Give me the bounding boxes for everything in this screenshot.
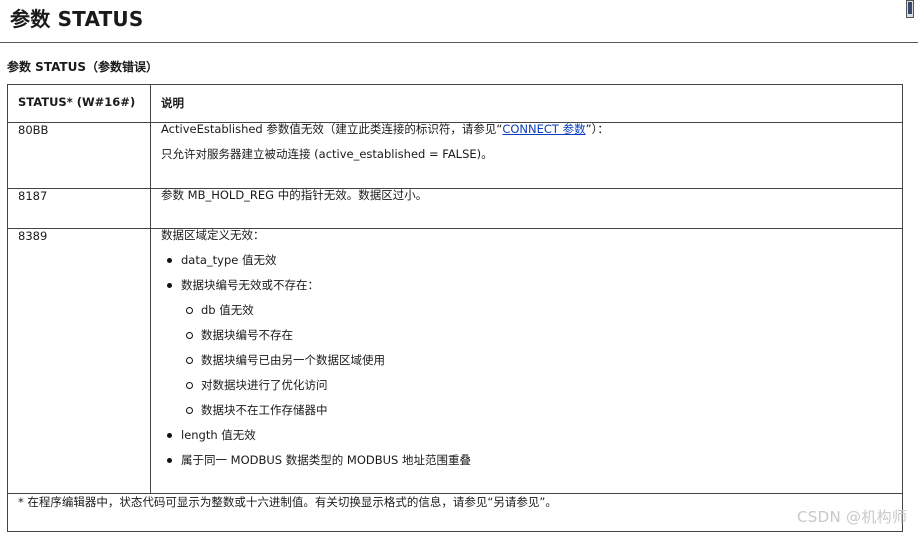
sub-bullet-list: db 值无效 数据块编号不存在 数据块编号已由另一个数据区域使用 对数据块进行了…	[181, 298, 892, 423]
description-line: 数据区域定义无效：	[161, 228, 265, 242]
watermark: CSDN @机构师	[797, 508, 908, 526]
table-footnote: * 在程序编辑器中，状态代码可显示为整数或十六进制值。有关切换显示格式的信息，请…	[7, 493, 903, 532]
list-item: 数据块编号无效或不存在： db 值无效 数据块编号不存在 数据块编号已由另一个数…	[161, 273, 892, 423]
table-row: 8389 数据区域定义无效： data_type 值无效 数据块编号无效或不存在…	[7, 228, 903, 494]
status-code: 80BB	[7, 122, 151, 189]
sub-list-item-text: 对数据块进行了优化访问	[201, 378, 328, 392]
sub-list-item: 数据块编号不存在	[181, 323, 892, 348]
circle-bullet-icon	[186, 407, 193, 414]
bullet-icon	[167, 283, 172, 288]
section-heading: 参数 STATUS（参数错误）	[7, 60, 159, 74]
status-code: 8389	[7, 228, 151, 494]
status-code: 8187	[7, 188, 151, 229]
list-item-text: data_type 值无效	[181, 253, 277, 267]
sub-list-item-text: 数据块编号已由另一个数据区域使用	[201, 353, 385, 367]
connect-parameter-link[interactable]: CONNECT 参数	[502, 122, 585, 136]
list-item-text: 数据块编号无效或不存在：	[181, 278, 319, 292]
description-text: ActiveEstablished 参数值无效（建立此类连接的标识符，请参见“	[161, 122, 503, 136]
status-table: STATUS* (W#16#) 说明 80BB ActiveEstablishe…	[7, 84, 903, 532]
title-divider	[0, 42, 918, 43]
status-description: 数据区域定义无效： data_type 值无效 数据块编号无效或不存在： db …	[150, 228, 903, 494]
bullet-list: data_type 值无效 数据块编号无效或不存在： db 值无效 数据块编号不…	[161, 248, 892, 473]
bookmark-icon[interactable]	[906, 0, 914, 18]
footnote-row: * 在程序编辑器中，状态代码可显示为整数或十六进制值。有关切换显示格式的信息，请…	[7, 493, 903, 532]
description-text: ”）：	[585, 122, 609, 136]
description-line: 只允许对服务器建立被动连接 (active_established = FALS…	[161, 147, 493, 161]
table-row: 80BB ActiveEstablished 参数值无效（建立此类连接的标识符，…	[7, 122, 903, 189]
circle-bullet-icon	[186, 307, 193, 314]
circle-bullet-icon	[186, 382, 193, 389]
sub-list-item-text: 数据块编号不存在	[201, 328, 293, 342]
list-item: length 值无效	[161, 423, 892, 448]
status-description: ActiveEstablished 参数值无效（建立此类连接的标识符，请参见“C…	[150, 122, 903, 189]
sub-list-item: 数据块编号已由另一个数据区域使用	[181, 348, 892, 373]
list-item-text: 属于同一 MODBUS 数据类型的 MODBUS 地址范围重叠	[181, 453, 471, 467]
list-item: data_type 值无效	[161, 248, 892, 273]
sub-list-item: db 值无效	[181, 298, 892, 323]
sub-list-item: 对数据块进行了优化访问	[181, 373, 892, 398]
description-line: ActiveEstablished 参数值无效（建立此类连接的标识符，请参见“C…	[161, 117, 892, 142]
sub-list-item-text: 数据块不在工作存储器中	[201, 403, 328, 417]
column-header-status: STATUS* (W#16#)	[7, 84, 151, 123]
list-item: 属于同一 MODBUS 数据类型的 MODBUS 地址范围重叠	[161, 448, 892, 473]
description-line: 参数 MB_HOLD_REG 中的指针无效。数据区过小。	[161, 188, 428, 202]
sub-list-item: 数据块不在工作存储器中	[181, 398, 892, 423]
bullet-icon	[167, 433, 172, 438]
bullet-icon	[167, 458, 172, 463]
sub-list-item-text: db 值无效	[201, 303, 254, 317]
bullet-icon	[167, 258, 172, 263]
circle-bullet-icon	[186, 332, 193, 339]
list-item-text: length 值无效	[181, 428, 256, 442]
circle-bullet-icon	[186, 357, 193, 364]
page-title: 参数 STATUS	[10, 7, 144, 31]
